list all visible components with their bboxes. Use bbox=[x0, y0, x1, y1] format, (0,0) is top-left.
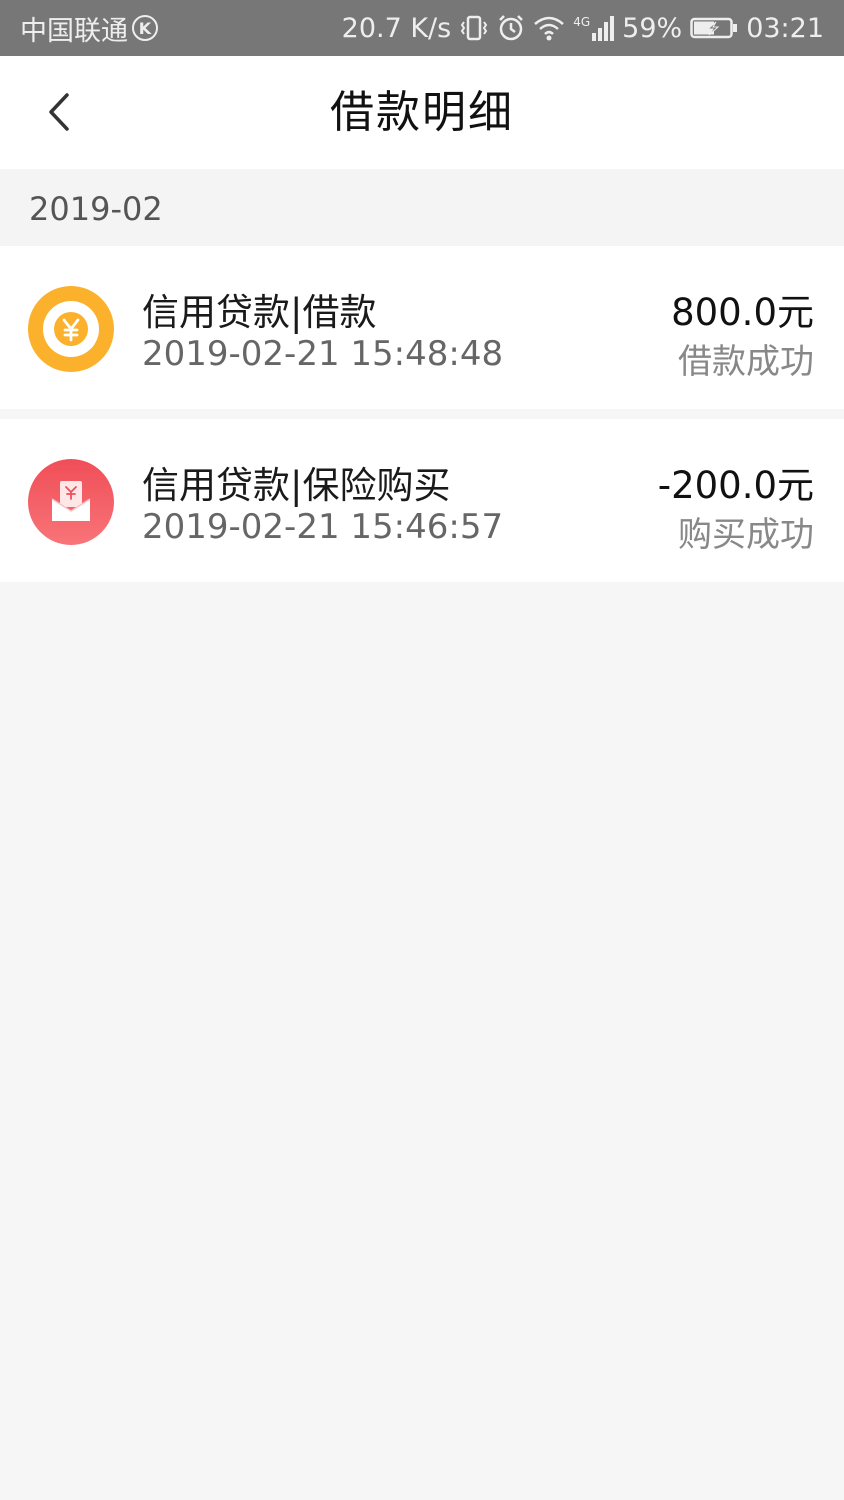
list-item[interactable]: 信用贷款|借款 2019-02-21 15:48:48 800.0元 借款成功 bbox=[0, 246, 844, 409]
alarm-icon bbox=[497, 14, 525, 42]
yuan-coin-icon bbox=[28, 286, 114, 372]
record-datetime: 2019-02-21 15:48:48 bbox=[142, 334, 504, 374]
month-group-header: 2019-02 bbox=[0, 169, 844, 246]
nav-bar: 借款明细 bbox=[0, 56, 844, 169]
network-speed: 20.7 K/s bbox=[341, 12, 452, 44]
record-amount: -200.0元 bbox=[657, 464, 814, 507]
battery-percent: 59% bbox=[622, 12, 683, 44]
record-title: 信用贷款|借款 bbox=[142, 291, 377, 334]
red-envelope-icon bbox=[28, 459, 114, 545]
status-left: 中国联通 K bbox=[20, 9, 158, 48]
battery-charging-icon bbox=[690, 16, 738, 40]
carrier-name: 中国联通 bbox=[20, 15, 128, 47]
page-title: 借款明细 bbox=[330, 87, 514, 138]
signal-4g-icon: 4G bbox=[573, 15, 615, 41]
record-amount: 800.0元 bbox=[671, 291, 814, 334]
record-title: 信用贷款|保险购买 bbox=[142, 464, 451, 507]
chevron-left-icon bbox=[49, 93, 69, 131]
status-bar: 中国联通 K 20.7 K/s 4G 59% 03:21 bbox=[0, 0, 844, 56]
list-item[interactable]: 信用贷款|保险购买 2019-02-21 15:46:57 -200.0元 购买… bbox=[0, 419, 844, 582]
record-status: 借款成功 bbox=[678, 342, 814, 382]
status-right: 20.7 K/s 4G 59% 03:21 bbox=[334, 13, 824, 44]
back-button[interactable] bbox=[30, 82, 90, 142]
carrier-k-icon: K bbox=[132, 15, 158, 41]
record-datetime: 2019-02-21 15:46:57 bbox=[142, 507, 504, 547]
record-status: 购买成功 bbox=[678, 515, 814, 555]
wifi-icon bbox=[533, 14, 565, 42]
vibrate-icon bbox=[459, 13, 489, 43]
network-type: 4G bbox=[573, 15, 591, 29]
clock-time: 03:21 bbox=[746, 12, 824, 44]
